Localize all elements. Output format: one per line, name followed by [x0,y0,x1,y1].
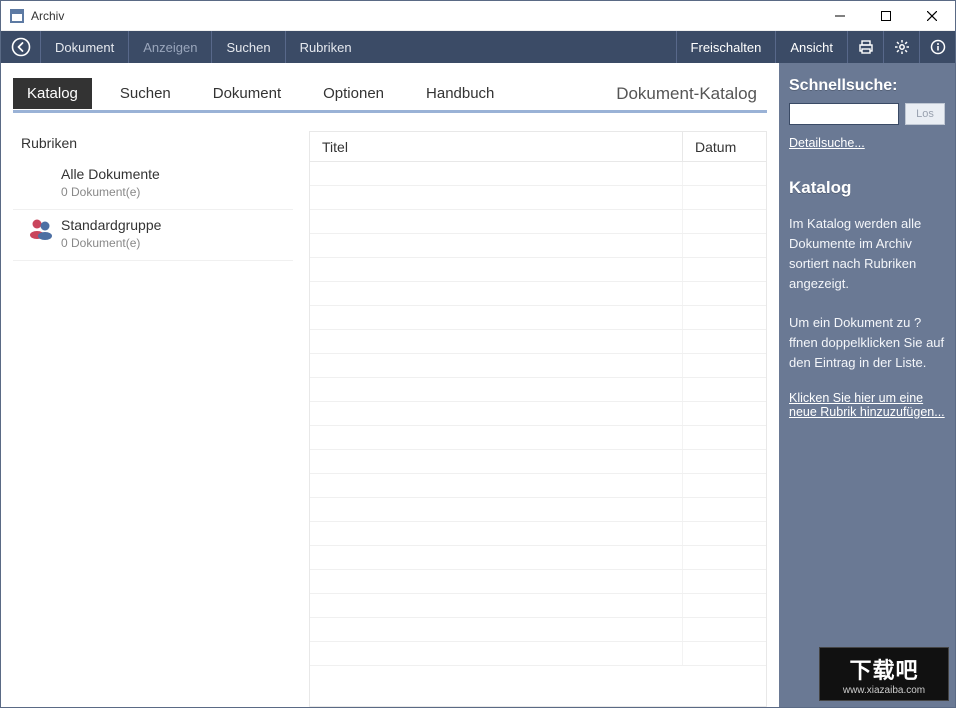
table-row [310,426,766,450]
table-row [310,186,766,210]
quick-search-row: Los [789,103,945,125]
table-row [310,474,766,498]
gear-icon[interactable] [883,31,919,63]
maximize-button[interactable] [863,1,909,31]
table-row [310,618,766,642]
table-row [310,642,766,666]
window-controls [817,1,955,31]
column-header-datum[interactable]: Datum [682,132,766,161]
quick-search-input[interactable] [789,103,899,125]
table-body [310,162,766,706]
rubrik-name: Standardgruppe [61,216,161,234]
close-button[interactable] [909,1,955,31]
tab-handbuch[interactable]: Handbuch [412,78,508,109]
table-row [310,378,766,402]
document-table: Titel Datum [309,131,767,707]
table-row [310,522,766,546]
watermark: 下载吧 www.xiazaiba.com [819,647,949,701]
add-rubrik-link[interactable]: Klicken Sie hier um eine neue Rubrik hin… [789,391,945,419]
column-header-titel[interactable]: Titel [310,139,682,155]
table-row [310,258,766,282]
sidebar-paragraph-2: Um ein Dokument zu ?ffnen doppelklicken … [789,313,945,373]
table-row [310,282,766,306]
rubriken-panel: Rubriken Alle Dokumente 0 Dokument(e) St… [13,131,309,707]
tab-katalog[interactable]: Katalog [13,78,92,109]
table-row [310,450,766,474]
main-toolbar: Dokument Anzeigen Suchen Rubriken Freisc… [1,31,955,63]
rubrik-name: Alle Dokumente [61,165,160,183]
group-icon [21,216,61,240]
tab-row: Katalog Suchen Dokument Optionen Handbuc… [13,77,767,113]
tab-optionen[interactable]: Optionen [309,78,398,109]
toolbar-item-rubriken[interactable]: Rubriken [286,31,366,63]
sidebar-section-title: Katalog [789,178,945,198]
table-row [310,570,766,594]
table-row [310,210,766,234]
table-row [310,546,766,570]
toolbar-menu: Dokument Anzeigen Suchen Rubriken [41,31,366,63]
workspace: Rubriken Alle Dokumente 0 Dokument(e) St… [13,131,767,707]
tab-heading: Dokument-Katalog [616,84,767,104]
print-icon[interactable] [847,31,883,63]
watermark-url: www.xiazaiba.com [843,685,925,696]
search-go-button[interactable]: Los [905,103,945,125]
rubrik-item-alle[interactable]: Alle Dokumente 0 Dokument(e) [13,159,293,210]
rubrik-item-standard[interactable]: Standardgruppe 0 Dokument(e) [13,210,293,261]
info-icon[interactable] [919,31,955,63]
table-row [310,354,766,378]
toolbar-ansicht[interactable]: Ansicht [775,31,847,63]
back-button[interactable] [1,31,41,63]
table-header-row: Titel Datum [310,132,766,162]
table-row [310,306,766,330]
table-row [310,234,766,258]
table-row [310,162,766,186]
rubrik-count: 0 Dokument(e) [61,236,161,250]
table-row [310,330,766,354]
title-bar: Archiv [1,1,955,31]
content-area: Katalog Suchen Dokument Optionen Handbuc… [1,63,955,707]
minimize-button[interactable] [817,1,863,31]
app-icon [9,8,25,24]
table-row [310,498,766,522]
toolbar-item-dokument[interactable]: Dokument [41,31,129,63]
watermark-text: 下载吧 [849,653,918,685]
toolbar-item-suchen[interactable]: Suchen [212,31,285,63]
rubriken-header: Rubriken [13,131,293,159]
tab-suchen[interactable]: Suchen [106,78,185,109]
tab-dokument[interactable]: Dokument [199,78,295,109]
toolbar-item-anzeigen: Anzeigen [129,31,212,63]
detail-search-link[interactable]: Detailsuche... [789,136,865,150]
sidebar: Schnellsuche: Los Detailsuche... Katalog… [779,63,955,707]
rubrik-count: 0 Dokument(e) [61,185,160,199]
main-panel: Katalog Suchen Dokument Optionen Handbuc… [1,63,779,707]
sidebar-paragraph-1: Im Katalog werden alle Dokumente im Arch… [789,214,945,295]
table-row [310,402,766,426]
quick-search-title: Schnellsuche: [789,77,945,95]
toolbar-freischalten[interactable]: Freischalten [676,31,776,63]
table-row [310,594,766,618]
window-title: Archiv [31,9,817,23]
